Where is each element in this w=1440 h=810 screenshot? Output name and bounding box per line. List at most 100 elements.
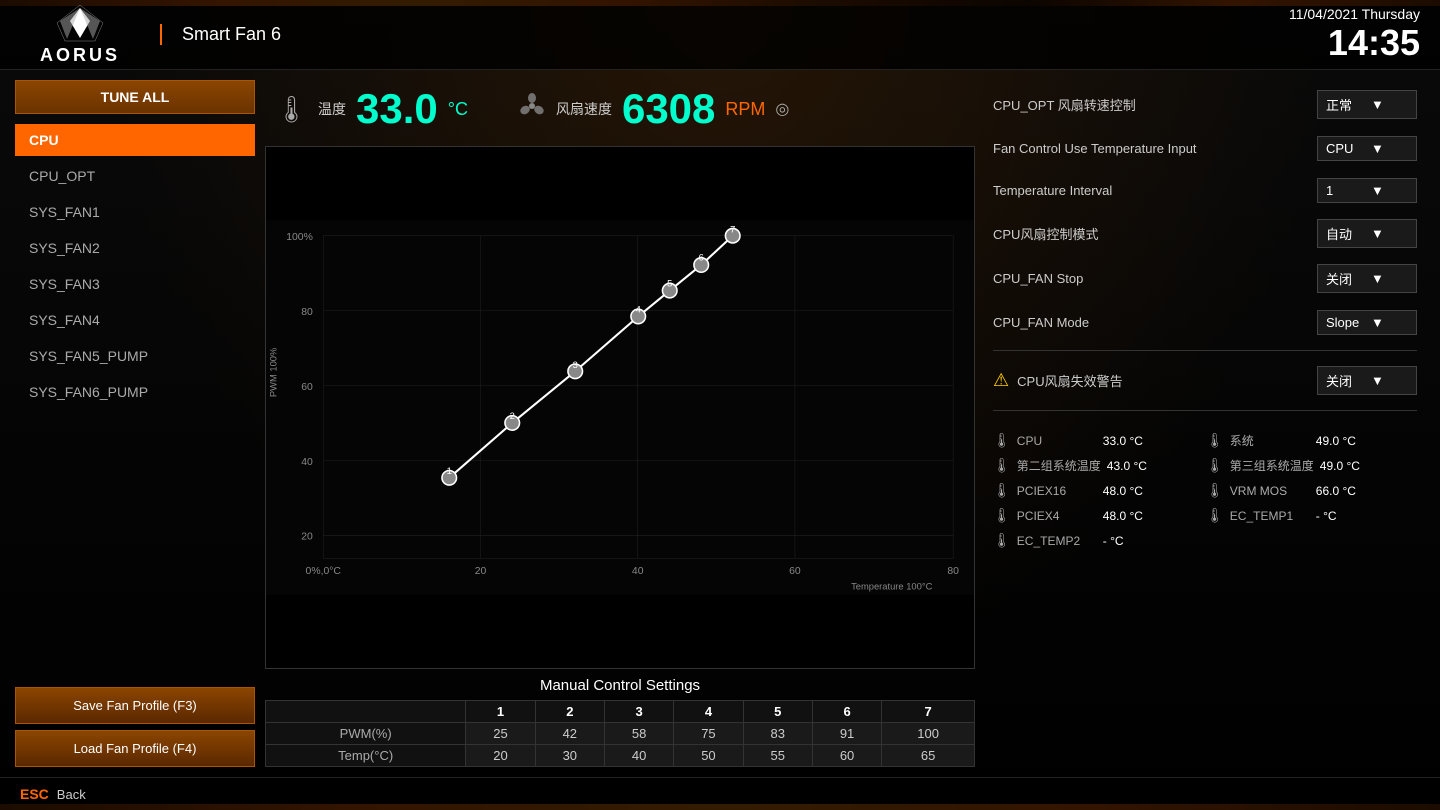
temp-unit: °C bbox=[448, 99, 468, 120]
cpu-fan-stop-row: CPU_FAN Stop 关闭 ▼ bbox=[985, 259, 1425, 298]
warning-divider bbox=[993, 410, 1417, 411]
header-time: 14:35 bbox=[1289, 22, 1420, 64]
temperature-readings: 🌡 CPU 33.0 °C 🌡 系统 49.0 °C 🌡 第二组系统温度 43.… bbox=[985, 425, 1425, 556]
svg-text:80: 80 bbox=[301, 307, 313, 318]
temp-reading-pciex16-label: PCIEX16 bbox=[1017, 484, 1097, 498]
temp-reading-vrm-icon: 🌡 bbox=[1206, 482, 1224, 499]
svg-text:Temperature 100°C: Temperature 100°C bbox=[851, 582, 932, 592]
temp-reading-ec-temp1-icon: 🌡 bbox=[1206, 507, 1224, 524]
header-datetime: 11/04/2021 Thursday 14:35 bbox=[1289, 6, 1420, 64]
temp-val-7[interactable]: 65 bbox=[882, 745, 975, 767]
pwm-row-label: PWM(%) bbox=[266, 723, 466, 745]
pwm-val-1[interactable]: 25 bbox=[466, 723, 535, 745]
temp-label: 温度 bbox=[318, 99, 346, 119]
cpu-fan-control-mode-dropdown[interactable]: 自动 ▼ bbox=[1317, 219, 1417, 248]
temp-reading-ec-temp2-value: - °C bbox=[1103, 534, 1124, 548]
svg-text:PWM 100%: PWM 100% bbox=[268, 348, 278, 397]
temp-reading-ec-temp2-label: EC_TEMP2 bbox=[1017, 534, 1097, 548]
sidebar-item-cpu[interactable]: CPU bbox=[15, 124, 255, 156]
svg-text:60: 60 bbox=[789, 566, 801, 577]
cpu-fan-mode-dropdown[interactable]: Slope ▼ bbox=[1317, 310, 1417, 335]
col-header-label bbox=[266, 701, 466, 723]
temp-reading-pciex4-icon: 🌡 bbox=[993, 507, 1011, 524]
temp-row-label: Temp(°C) bbox=[266, 745, 466, 767]
col-header-1: 1 bbox=[466, 701, 535, 723]
temp-val-3[interactable]: 40 bbox=[604, 745, 673, 767]
sidebar-item-sys-fan4[interactable]: SYS_FAN4 bbox=[15, 304, 255, 336]
temp-reading-vrm-value: 66.0 °C bbox=[1316, 484, 1356, 498]
aorus-logo-icon bbox=[55, 3, 105, 43]
load-fan-profile-button[interactable]: Load Fan Profile (F4) bbox=[15, 730, 255, 767]
pwm-val-2[interactable]: 42 bbox=[535, 723, 604, 745]
temp-reading-system: 🌡 系统 49.0 °C bbox=[1206, 429, 1417, 452]
header-date: 11/04/2021 Thursday bbox=[1289, 6, 1420, 22]
pwm-val-6[interactable]: 91 bbox=[812, 723, 881, 745]
cpu-opt-fan-control-row: CPU_OPT 风扇转速控制 正常 ▼ bbox=[985, 85, 1425, 124]
save-fan-profile-button[interactable]: Save Fan Profile (F3) bbox=[15, 687, 255, 724]
rpm-circle-icon: ◎ bbox=[775, 99, 789, 119]
right-settings-panel: CPU_OPT 风扇转速控制 正常 ▼ Fan Control Use Temp… bbox=[985, 80, 1425, 767]
temp-reading-pciex4: 🌡 PCIEX4 48.0 °C bbox=[993, 504, 1204, 527]
pwm-val-7[interactable]: 100 bbox=[882, 723, 975, 745]
logo-area: AORUS bbox=[20, 3, 140, 66]
fan-failure-warning-dropdown[interactable]: 关闭 ▼ bbox=[1317, 366, 1417, 395]
pwm-val-4[interactable]: 75 bbox=[674, 723, 743, 745]
pwm-val-3[interactable]: 58 bbox=[604, 723, 673, 745]
cpu-fan-control-mode-label: CPU风扇控制模式 bbox=[993, 224, 1317, 243]
temp-reading-cpu-label: CPU bbox=[1017, 434, 1097, 448]
pwm-val-5[interactable]: 83 bbox=[743, 723, 812, 745]
fan-control-temp-input-label: Fan Control Use Temperature Input bbox=[993, 141, 1317, 156]
fan-control-temp-input-dropdown[interactable]: CPU ▼ bbox=[1317, 136, 1417, 161]
cpu-fan-mode-label: CPU_FAN Mode bbox=[993, 315, 1317, 330]
chart-area: 🌡 温度 33.0 °C 风扇速度 bbox=[265, 80, 975, 767]
svg-text:4: 4 bbox=[636, 305, 641, 315]
sidebar-item-cpu-opt[interactable]: CPU_OPT bbox=[15, 160, 255, 192]
cpu-opt-fan-control-label: CPU_OPT 风扇转速控制 bbox=[993, 95, 1317, 114]
col-header-5: 5 bbox=[743, 701, 812, 723]
sidebar-item-sys-fan1[interactable]: SYS_FAN1 bbox=[15, 196, 255, 228]
col-header-7: 7 bbox=[882, 701, 975, 723]
cpu-fan-mode-row: CPU_FAN Mode Slope ▼ bbox=[985, 304, 1425, 340]
temp-reading-cpu-value: 33.0 °C bbox=[1103, 434, 1143, 448]
temp-reading-sys2-icon: 🌡 bbox=[993, 457, 1011, 474]
temp-val-4[interactable]: 50 bbox=[674, 745, 743, 767]
temp-reading-system-value: 49.0 °C bbox=[1316, 434, 1356, 448]
svg-text:7: 7 bbox=[730, 225, 735, 235]
sidebar-item-sys-fan3[interactable]: SYS_FAN3 bbox=[15, 268, 255, 300]
temp-val-2[interactable]: 30 bbox=[535, 745, 604, 767]
fan-control-temp-input-row: Fan Control Use Temperature Input CPU ▼ bbox=[985, 130, 1425, 166]
svg-text:40: 40 bbox=[301, 457, 313, 468]
sidebar-item-sys-fan2[interactable]: SYS_FAN2 bbox=[15, 232, 255, 264]
col-header-3: 3 bbox=[604, 701, 673, 723]
tune-all-button[interactable]: TUNE ALL bbox=[15, 80, 255, 114]
temp-val-1[interactable]: 20 bbox=[466, 745, 535, 767]
temp-val-5[interactable]: 55 bbox=[743, 745, 812, 767]
temp-reading-pciex4-label: PCIEX4 bbox=[1017, 509, 1097, 523]
col-header-4: 4 bbox=[674, 701, 743, 723]
sidebar-item-sys-fan6-pump[interactable]: SYS_FAN6_PUMP bbox=[15, 376, 255, 408]
settings-divider bbox=[993, 350, 1417, 351]
esc-key-label[interactable]: ESC bbox=[20, 786, 49, 802]
temp-reading-system-icon: 🌡 bbox=[1206, 432, 1224, 449]
temp-reading-vrm: 🌡 VRM MOS 66.0 °C bbox=[1206, 479, 1417, 502]
svg-text:0%,0°C: 0%,0°C bbox=[306, 566, 342, 577]
dropdown-arrow-1: ▼ bbox=[1371, 141, 1408, 156]
svg-text:100%: 100% bbox=[286, 232, 313, 243]
sidebar-item-sys-fan5-pump[interactable]: SYS_FAN5_PUMP bbox=[15, 340, 255, 372]
temp-val-6[interactable]: 60 bbox=[812, 745, 881, 767]
col-header-2: 2 bbox=[535, 701, 604, 723]
svg-text:2: 2 bbox=[510, 411, 515, 421]
cpu-fan-stop-dropdown[interactable]: 关闭 ▼ bbox=[1317, 264, 1417, 293]
cpu-fan-control-mode-row: CPU风扇控制模式 自动 ▼ bbox=[985, 214, 1425, 253]
fan-curve-chart[interactable]: 100% 80 60 40 20 PWM 100% 0%,0°C 20 40 6… bbox=[265, 146, 975, 669]
col-header-6: 6 bbox=[812, 701, 881, 723]
temperature-interval-dropdown[interactable]: 1 ▼ bbox=[1317, 178, 1417, 203]
header: AORUS Smart Fan 6 11/04/2021 Thursday 14… bbox=[0, 0, 1440, 70]
temp-reading-sys3: 🌡 第三组系统温度 49.0 °C bbox=[1206, 454, 1417, 477]
sidebar: TUNE ALL CPU CPU_OPT SYS_FAN1 SYS_FAN2 S… bbox=[15, 80, 255, 767]
svg-text:20: 20 bbox=[475, 566, 487, 577]
cpu-opt-fan-control-dropdown[interactable]: 正常 ▼ bbox=[1317, 90, 1417, 119]
temperature-display: 🌡 温度 33.0 °C bbox=[275, 85, 468, 133]
temp-reading-sys3-label: 第三组系统温度 bbox=[1230, 457, 1314, 474]
manual-control-section: Manual Control Settings 1 2 3 4 5 6 7 bbox=[265, 677, 975, 767]
